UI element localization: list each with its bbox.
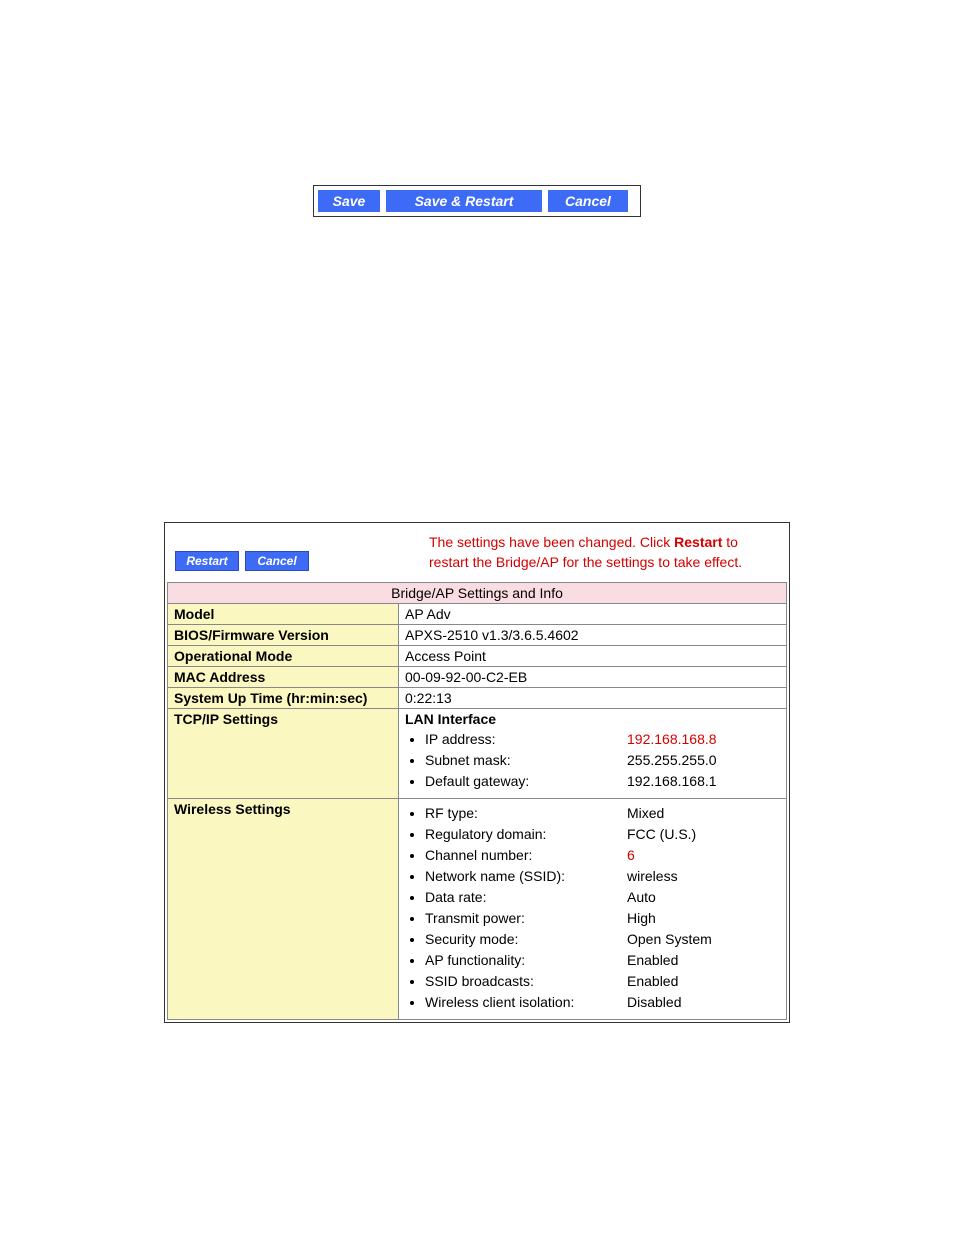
warning-bold: Restart xyxy=(674,534,722,550)
list-item: Subnet mask:255.255.255.0 xyxy=(425,750,780,771)
kv-value: Auto xyxy=(627,887,656,908)
kv-value: Mixed xyxy=(627,803,664,824)
label-tcpip: TCP/IP Settings xyxy=(168,709,399,799)
row-mac: MAC Address 00-09-92-00-C2-EB xyxy=(168,667,787,688)
label-bios: BIOS/Firmware Version xyxy=(168,625,399,646)
value-tcpip: LAN Interface IP address:192.168.168.8Su… xyxy=(399,709,787,799)
label-mode: Operational Mode xyxy=(168,646,399,667)
kv-value: Enabled xyxy=(627,950,678,971)
list-item: AP functionality:Enabled xyxy=(425,950,780,971)
kv-label: Transmit power: xyxy=(425,908,627,929)
kv-value: High xyxy=(627,908,656,929)
value-mac: 00-09-92-00-C2-EB xyxy=(399,667,787,688)
wireless-list: RF type:MixedRegulatory domain:FCC (U.S.… xyxy=(425,803,780,1013)
kv-label: Data rate: xyxy=(425,887,627,908)
kv-value: Open System xyxy=(627,929,712,950)
kv-value: Disabled xyxy=(627,992,681,1013)
warning-message: The settings have been changed. Click Re… xyxy=(429,533,749,572)
list-item: Security mode:Open System xyxy=(425,929,780,950)
tcpip-list: IP address:192.168.168.8Subnet mask:255.… xyxy=(425,729,780,792)
panel-buttons: Restart Cancel xyxy=(175,551,309,571)
kv-label: RF type: xyxy=(425,803,627,824)
row-bios: BIOS/Firmware Version APXS-2510 v1.3/3.6… xyxy=(168,625,787,646)
list-item: Default gateway:192.168.168.1 xyxy=(425,771,780,792)
value-wireless: RF type:MixedRegulatory domain:FCC (U.S.… xyxy=(399,799,787,1020)
label-wireless: Wireless Settings xyxy=(168,799,399,1020)
kv-label: Channel number: xyxy=(425,845,627,866)
list-item: Channel number:6 xyxy=(425,845,780,866)
info-table: Bridge/AP Settings and Info Model AP Adv… xyxy=(167,582,787,1020)
panel-cancel-button[interactable]: Cancel xyxy=(245,551,309,571)
label-model: Model xyxy=(168,604,399,625)
kv-value: Enabled xyxy=(627,971,678,992)
kv-value: 192.168.168.1 xyxy=(627,771,717,792)
panel-top: Restart Cancel The settings have been ch… xyxy=(165,523,789,582)
value-bios: APXS-2510 v1.3/3.6.5.4602 xyxy=(399,625,787,646)
list-item: SSID broadcasts:Enabled xyxy=(425,971,780,992)
kv-value: 6 xyxy=(627,845,635,866)
warning-pre: The settings have been changed. Click xyxy=(429,534,674,550)
kv-label: Regulatory domain: xyxy=(425,824,627,845)
kv-value: 192.168.168.8 xyxy=(627,729,717,750)
row-mode: Operational Mode Access Point xyxy=(168,646,787,667)
label-uptime: System Up Time (hr:min:sec) xyxy=(168,688,399,709)
kv-label: Subnet mask: xyxy=(425,750,627,771)
kv-label: SSID broadcasts: xyxy=(425,971,627,992)
list-item: IP address:192.168.168.8 xyxy=(425,729,780,750)
value-model: AP Adv xyxy=(399,604,787,625)
cancel-button[interactable]: Cancel xyxy=(548,190,628,212)
save-restart-button[interactable]: Save & Restart xyxy=(386,190,542,212)
kv-value: FCC (U.S.) xyxy=(627,824,696,845)
row-uptime: System Up Time (hr:min:sec) 0:22:13 xyxy=(168,688,787,709)
list-item: Network name (SSID):wireless xyxy=(425,866,780,887)
value-uptime: 0:22:13 xyxy=(399,688,787,709)
table-title: Bridge/AP Settings and Info xyxy=(168,583,787,604)
label-mac: MAC Address xyxy=(168,667,399,688)
restart-button[interactable]: Restart xyxy=(175,551,239,571)
kv-value: 255.255.255.0 xyxy=(627,750,717,771)
kv-label: Security mode: xyxy=(425,929,627,950)
row-wireless: Wireless Settings RF type:MixedRegulator… xyxy=(168,799,787,1020)
kv-value: wireless xyxy=(627,866,678,887)
kv-label: AP functionality: xyxy=(425,950,627,971)
kv-label: IP address: xyxy=(425,729,627,750)
list-item: Regulatory domain:FCC (U.S.) xyxy=(425,824,780,845)
tcpip-header: LAN Interface xyxy=(405,711,780,727)
list-item: RF type:Mixed xyxy=(425,803,780,824)
list-item: Data rate:Auto xyxy=(425,887,780,908)
row-model: Model AP Adv xyxy=(168,604,787,625)
value-mode: Access Point xyxy=(399,646,787,667)
list-item: Wireless client isolation:Disabled xyxy=(425,992,780,1013)
settings-panel: Restart Cancel The settings have been ch… xyxy=(164,522,790,1023)
top-button-bar: Save Save & Restart Cancel xyxy=(313,185,641,217)
kv-label: Default gateway: xyxy=(425,771,627,792)
kv-label: Network name (SSID): xyxy=(425,866,627,887)
row-tcpip: TCP/IP Settings LAN Interface IP address… xyxy=(168,709,787,799)
save-button[interactable]: Save xyxy=(318,190,380,212)
kv-label: Wireless client isolation: xyxy=(425,992,627,1013)
list-item: Transmit power:High xyxy=(425,908,780,929)
